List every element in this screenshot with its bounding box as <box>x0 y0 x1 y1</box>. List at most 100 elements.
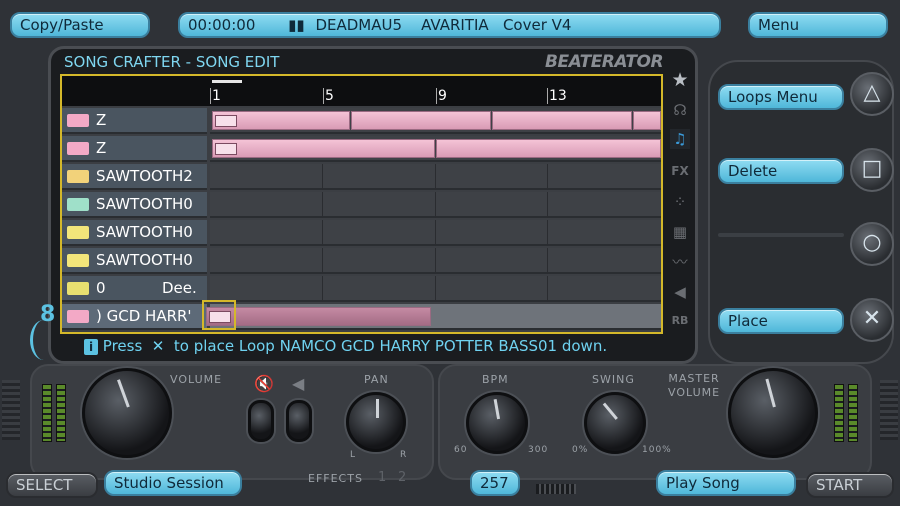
volume-knob[interactable] <box>82 368 172 458</box>
swing-min-label: 0% <box>572 445 589 455</box>
loop-clip-ghost[interactable] <box>206 307 431 326</box>
track-row[interactable]: SAWTOOTH0 <box>62 220 207 246</box>
mute-toggle[interactable] <box>248 400 274 442</box>
time-display: 00:00:00 <box>188 16 256 34</box>
track-row[interactable]: 0 Dee. <box>62 276 207 302</box>
headphones-icon[interactable]: ☊ <box>670 100 690 120</box>
star-icon[interactable]: ★ <box>670 70 690 90</box>
pause-icon: ▮▮ <box>288 16 305 34</box>
speaker-icon[interactable]: ◀ <box>670 282 690 302</box>
track-lane[interactable] <box>210 192 661 218</box>
level-meter <box>42 384 52 442</box>
track-lane[interactable] <box>210 248 661 274</box>
loop-clip[interactable] <box>633 111 661 130</box>
play-song-button[interactable]: Play Song <box>656 470 796 496</box>
help-bar: i Press ✕ to place Loop NAMCO GCD HARRY … <box>84 337 607 359</box>
pan-right-label: R <box>400 450 408 460</box>
speaker-grille <box>880 380 898 440</box>
keyboard-icon <box>215 143 237 155</box>
master-label-line1: MASTER <box>668 372 720 385</box>
track-row[interactable]: SAWTOOTH2 <box>62 164 207 190</box>
track-name: Z <box>96 111 107 129</box>
track-name: SAWTOOTH0 <box>96 195 193 213</box>
track-row[interactable]: Z <box>62 108 207 134</box>
solo-icon[interactable]: ◀ <box>292 374 304 393</box>
keyboard-icon <box>67 198 89 211</box>
track-lane[interactable] <box>206 304 661 330</box>
mute-icon[interactable]: 🔇 <box>254 374 274 393</box>
copy-paste-button[interactable]: Copy/Paste <box>10 12 150 38</box>
song-title: DEADMAU5 AVARITIA Cover V4 <box>315 16 572 34</box>
loop-clip[interactable] <box>436 139 661 158</box>
keyboard-icon <box>67 254 89 267</box>
track-row-selected[interactable]: ) GCD HARR' <box>62 304 207 330</box>
track-lane[interactable] <box>210 108 661 134</box>
swing-knob[interactable] <box>584 392 646 454</box>
keyboard-icon <box>67 170 89 183</box>
loop-clip[interactable] <box>212 111 350 130</box>
effects-label: EFFECTS <box>308 472 363 485</box>
loop-clip[interactable] <box>351 111 491 130</box>
master-volume-label: MASTER VOLUME <box>668 372 720 400</box>
track-row[interactable]: SAWTOOTH0 <box>62 192 207 218</box>
keyboard-icon[interactable]: ▦ <box>670 222 690 242</box>
cross-button-icon[interactable]: ✕ <box>850 298 894 342</box>
track-lane[interactable] <box>210 136 661 162</box>
loop-clip[interactable] <box>492 111 632 130</box>
keyboard-icon <box>67 226 89 239</box>
song-grid[interactable]: 1 5 9 13 Z Z SAWTOOTH2 SAWTOOTH0 SAWTOOT… <box>60 74 663 334</box>
loop-clip[interactable] <box>212 139 435 158</box>
track-name: SAWTOOTH2 <box>96 167 193 185</box>
bpm-max-label: 300 <box>528 445 549 455</box>
track-extra: Dee. <box>162 279 197 297</box>
song-info-bar: 00:00:00 ▮▮ DEADMAU5 AVARITIA Cover V4 <box>178 12 721 38</box>
master-label-line2: VOLUME <box>668 386 721 399</box>
select-button[interactable]: SELECT <box>6 472 98 498</box>
square-button-icon[interactable]: □ <box>850 148 894 192</box>
rb-icon[interactable]: RB <box>670 311 690 331</box>
level-arc <box>30 320 57 360</box>
place-button[interactable]: Place <box>718 308 844 334</box>
keyboard-icon <box>67 114 89 127</box>
fx-icon[interactable]: FX <box>670 161 690 181</box>
track-lane[interactable] <box>210 164 661 190</box>
track-lane[interactable] <box>210 276 661 302</box>
effects-2-button[interactable]: 2 <box>398 470 407 485</box>
track-lane[interactable] <box>210 220 661 246</box>
effects-1-button[interactable]: 1 <box>378 470 387 485</box>
swing-label: SWING <box>592 373 635 386</box>
solo-toggle[interactable] <box>286 400 312 442</box>
level-meter <box>834 384 844 442</box>
pan-knob[interactable] <box>346 392 406 452</box>
empty-slot-button <box>718 233 844 237</box>
info-icon: i <box>84 339 98 355</box>
level-meter <box>848 384 858 442</box>
pan-left-label: L <box>350 450 357 460</box>
bar-marker: 5 <box>323 88 334 104</box>
track-name: SAWTOOTH0 <box>96 251 193 269</box>
track-name: 0 <box>96 279 106 297</box>
bpm-value-display: 257 <box>470 470 520 496</box>
keyboard-icon <box>67 142 89 155</box>
circle-button-icon[interactable]: ○ <box>850 222 894 266</box>
pattern-icon[interactable]: ⁘ <box>670 192 690 212</box>
delete-button[interactable]: Delete <box>718 158 844 184</box>
volume-label: VOLUME <box>170 373 223 386</box>
master-volume-knob[interactable] <box>728 368 818 458</box>
bottom-indicator <box>536 484 576 494</box>
loops-menu-button[interactable]: Loops Menu <box>718 84 844 110</box>
bar-marker: 1 <box>210 88 221 104</box>
track-row[interactable]: SAWTOOTH0 <box>62 248 207 274</box>
bpm-knob[interactable] <box>466 392 528 454</box>
studio-session-button[interactable]: Studio Session <box>104 470 242 496</box>
menu-button[interactable]: Menu <box>748 12 888 38</box>
music-note-icon[interactable]: ♫ <box>670 129 690 149</box>
cursor-highlight[interactable] <box>202 300 236 330</box>
bpm-label: BPM <box>482 373 509 386</box>
track-name: SAWTOOTH0 <box>96 223 193 241</box>
wave-icon[interactable]: 〰 <box>670 252 690 272</box>
triangle-button-icon[interactable]: △ <box>850 72 894 116</box>
help-text: Press ✕ to place Loop NAMCO GCD HARRY PO… <box>102 337 608 355</box>
start-button[interactable]: START <box>806 472 894 498</box>
track-row[interactable]: Z <box>62 136 207 162</box>
